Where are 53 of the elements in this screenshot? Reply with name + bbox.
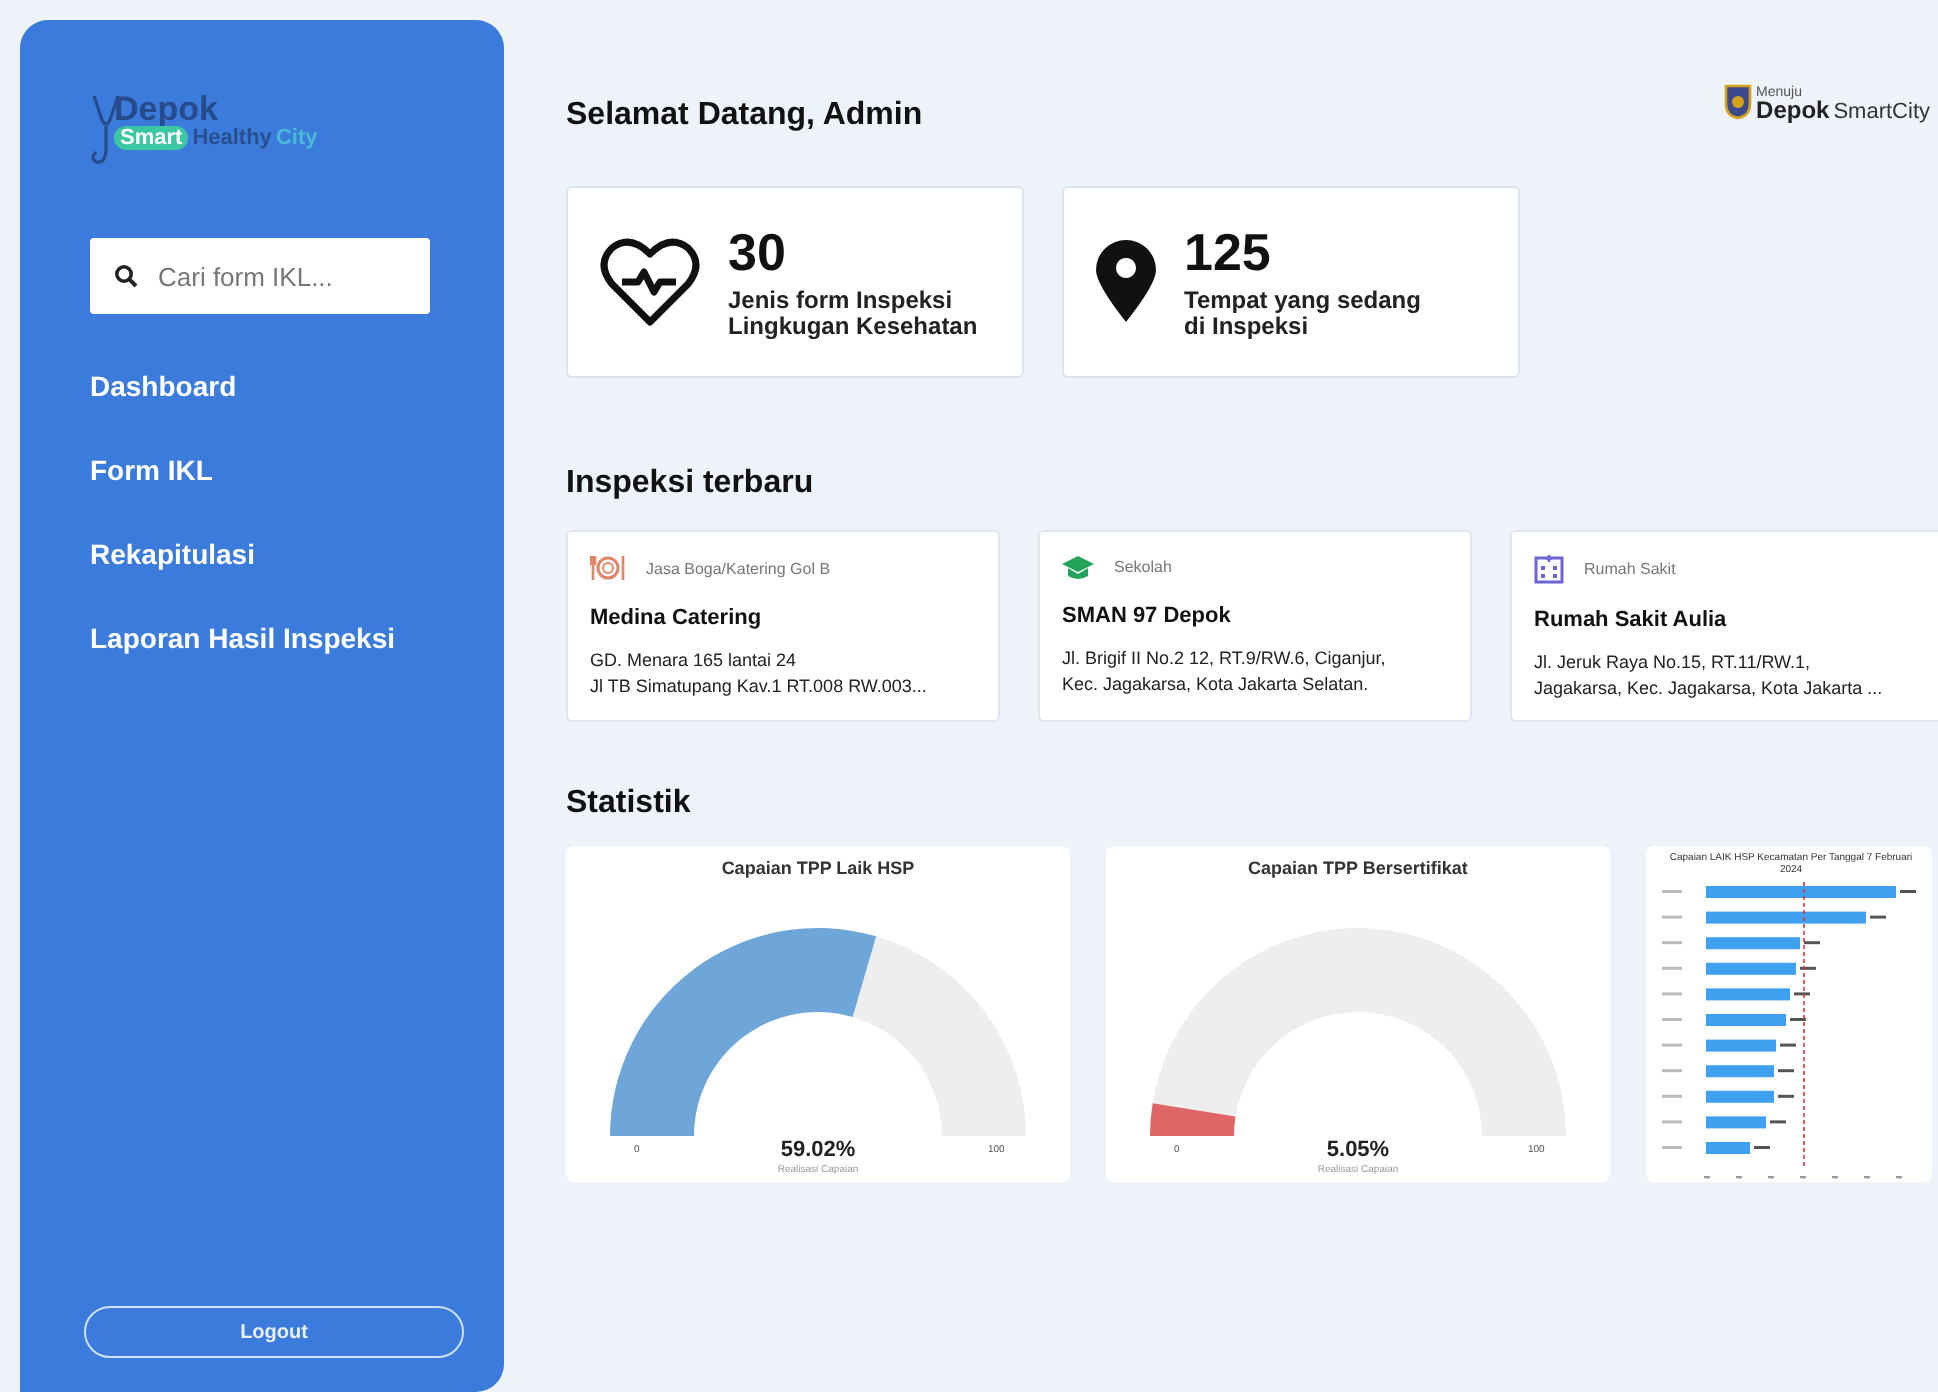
chart-bar [1706,1142,1750,1154]
chart-bar [1706,1039,1776,1052]
stat-value: 125 [1184,224,1273,280]
logo-text: Healthy [192,126,272,150]
axis-tick [1896,1176,1902,1179]
nav-link[interactable]: Rekapitulasi [90,534,255,576]
place-address: GD. Menara 165 lantai 24 Jl TB Simatupang Kav.1 RT.008 RW.003... [590,648,929,700]
brand-suffix: SmartCity [1833,103,1930,119]
gauge-title: Capaian TPP Laik HSP [721,858,915,878]
nav-link[interactable]: Laporan Hasil Inspeksi [90,618,395,660]
axis-tick [1704,1176,1710,1179]
axis-tick [1736,1176,1742,1179]
plate-cutlery-icon [590,554,626,582]
welcome-heading: Selamat Datang, Admin [566,98,923,134]
place-name: Rumah Sakit Aulia [1534,608,1729,632]
category-label: Jasa Boga/Katering Gol B [646,559,831,577]
category-label: Sekolah [1114,558,1172,576]
chart-bar [1706,1065,1774,1078]
axis-tick [1832,1176,1838,1179]
chart-bar [1706,937,1800,950]
stat-label: Tempat yang sedang di Inspeksi [1184,288,1421,340]
chart-bar [1706,1116,1766,1129]
logo-text: Smart [114,126,189,150]
category-label: Rumah Sakit [1584,560,1676,578]
gauge-reading: 59.02% [780,1138,856,1162]
search-field[interactable]: Cari form IKL... [90,238,430,314]
stat-label: Jenis form Inspeksi Lingkugan Kesehatan [728,288,978,340]
place-address: Jl. Brigif II No.2 12, RT.9/RW.6, Ciganjur, Kec. Jagakarsa, Kota Jakarta Selatan. [1062,646,1388,698]
section-heading: Inspeksi terbaru [566,466,816,502]
chart-bar [1706,1014,1786,1026]
nav-link[interactable]: Form IKL [90,450,213,492]
chart-bar [1706,1090,1774,1103]
place-name: Medina Catering [590,606,764,630]
logout-button[interactable]: Logout [84,1306,464,1358]
graduation-cap-icon [1062,554,1094,580]
chart-bar [1706,962,1796,975]
axis-tick [1768,1176,1774,1179]
crest-icon [1724,84,1753,120]
gauge-reading: 5.05% [1326,1138,1390,1162]
place-address: Jl. Jeruk Raya No.15, RT.11/RW.1, Jagakarsa, Kec. Jagakarsa, Kota Jakarta ... [1534,650,1885,702]
logo-text: Depok [114,92,220,126]
chart-bar [1706,988,1790,1001]
nav-link[interactable]: Dashboard [90,366,237,408]
gauge-title: Capaian TPP Bersertifikat [1248,858,1468,878]
axis-tick [1800,1176,1806,1179]
axis-tick [1864,1176,1870,1179]
heart-pulse-icon [600,234,700,330]
place-name: SMAN 97 Depok [1062,604,1233,628]
hospital-icon [1534,554,1564,584]
stat-value: 30 [728,224,788,280]
section-heading: Statistik [566,786,693,822]
logo-text: City [275,126,318,150]
map-pin-icon [1096,240,1156,324]
